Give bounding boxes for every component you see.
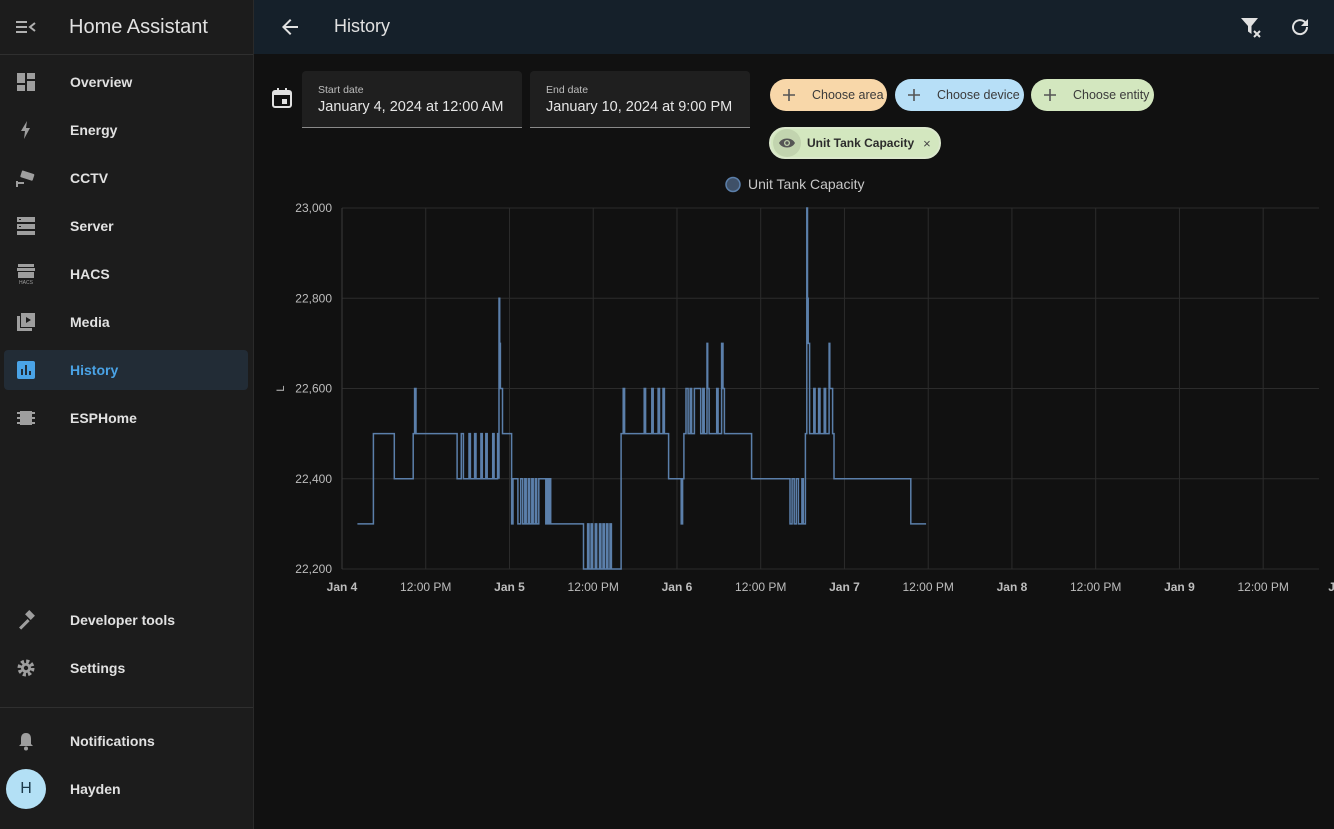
- server-icon: [4, 216, 48, 236]
- sidebar-item-label: CCTV: [70, 170, 109, 186]
- sidebar-item-hacs[interactable]: HACS HACS: [4, 254, 248, 294]
- back-arrow-icon[interactable]: [278, 15, 302, 39]
- sidebar-item-history[interactable]: History: [4, 350, 248, 390]
- sidebar-item-overview[interactable]: Overview: [4, 62, 248, 102]
- history-icon: [4, 360, 48, 380]
- selected-entity-chip[interactable]: Unit Tank Capacity ×: [769, 127, 941, 159]
- y-tick-label: 23,000: [295, 201, 332, 215]
- x-tick-label: 12:00 PM: [735, 580, 786, 594]
- choose-area-chip[interactable]: Choose area: [770, 79, 887, 111]
- sidebar-item-label: HACS: [70, 266, 110, 282]
- sidebar-item-notifications[interactable]: Notifications: [4, 721, 248, 761]
- overview-icon: [4, 72, 48, 92]
- sidebar-item-label: ESPHome: [70, 410, 137, 426]
- choose-device-chip[interactable]: Choose device: [895, 79, 1024, 111]
- history-chart: Unit Tank Capacity 22,200 22,400 22,600 22,8…: [275, 176, 1334, 594]
- calendar-icon[interactable]: [271, 87, 293, 109]
- sidebar-header: Home Assistant: [0, 0, 253, 55]
- sidebar-item-label: Settings: [70, 660, 126, 676]
- sidebar-item-label: Developer tools: [70, 612, 176, 628]
- lightning-icon: [4, 120, 48, 140]
- plus-icon: [1039, 88, 1061, 102]
- plus-icon: [778, 88, 800, 102]
- choose-device-label: Choose device: [937, 88, 1020, 102]
- y-tick-label: 22,600: [295, 382, 332, 396]
- menu-toggle-button[interactable]: [0, 0, 52, 54]
- legend-swatch: [725, 176, 741, 193]
- bell-icon: [4, 731, 48, 751]
- x-tick-label: Jan 4: [327, 580, 358, 594]
- cctv-icon: [4, 168, 48, 188]
- filter-remove-icon[interactable]: [1239, 15, 1265, 41]
- x-tick-label: Jan 10: [1328, 580, 1334, 594]
- selected-entity-label: Unit Tank Capacity: [807, 136, 915, 150]
- start-date-label: Start date: [318, 84, 364, 96]
- sidebar-item-label: Energy: [70, 122, 118, 138]
- eye-icon: [773, 129, 801, 157]
- sidebar-user[interactable]: H Hayden: [4, 769, 248, 809]
- user-name: Hayden: [70, 781, 121, 797]
- x-tick-label: 12:00 PM: [400, 580, 451, 594]
- hammer-icon: [4, 610, 48, 630]
- x-tick-label: Jan 7: [829, 580, 860, 594]
- menu-collapse-icon: [16, 21, 36, 33]
- gear-icon: [4, 658, 48, 678]
- start-date-field[interactable]: Start date January 4, 2024 at 12:00 AM: [302, 71, 522, 128]
- sidebar-item-label: Media: [70, 314, 110, 330]
- refresh-icon[interactable]: [1288, 15, 1312, 39]
- x-tick-label: 12:00 PM: [1237, 580, 1288, 594]
- sidebar: Home Assistant Overview Energy CCTV Serv…: [0, 0, 254, 829]
- x-tick-label: 12:00 PM: [1070, 580, 1121, 594]
- x-tick-label: Jan 6: [662, 580, 693, 594]
- x-tick-label: 12:00 PM: [903, 580, 954, 594]
- sidebar-item-label: History: [70, 362, 119, 378]
- svg-text:HACS: HACS: [19, 280, 34, 285]
- x-tick-label: Jan 8: [997, 580, 1028, 594]
- sidebar-item-media[interactable]: Media: [4, 302, 248, 342]
- app-title: Home Assistant: [69, 15, 208, 38]
- y-axis-label: L: [275, 385, 287, 391]
- page-title: History: [334, 16, 391, 36]
- sidebar-item-label: Notifications: [70, 733, 155, 749]
- plus-icon: [903, 88, 925, 102]
- sidebar-item-label: Server: [70, 218, 114, 234]
- sidebar-item-label: Overview: [70, 74, 133, 90]
- y-tick-label: 22,800: [295, 291, 332, 305]
- end-date-field[interactable]: End date January 10, 2024 at 9:00 PM: [530, 71, 750, 128]
- sidebar-item-settings[interactable]: Settings: [4, 648, 248, 688]
- end-date-value: January 10, 2024 at 9:00 PM: [546, 99, 733, 115]
- legend-label: Unit Tank Capacity: [748, 176, 864, 192]
- sidebar-item-esphome[interactable]: ESPHome: [4, 398, 248, 438]
- avatar: H: [6, 769, 46, 809]
- start-date-value: January 4, 2024 at 12:00 AM: [318, 99, 504, 115]
- sidebar-divider: [0, 707, 253, 708]
- x-tick-label: Jan 5: [494, 580, 525, 594]
- y-tick-label: 22,400: [295, 472, 332, 486]
- sidebar-item-developer-tools[interactable]: Developer tools: [4, 600, 248, 640]
- choose-area-label: Choose area: [812, 88, 884, 102]
- choose-entity-chip[interactable]: Choose entity: [1031, 79, 1154, 111]
- media-icon: [4, 312, 48, 332]
- x-tick-label: Jan 9: [1164, 580, 1195, 594]
- sidebar-item-energy[interactable]: Energy: [4, 110, 248, 150]
- chip-icon: [4, 408, 48, 428]
- y-tick-label: 22,200: [295, 562, 332, 576]
- sidebar-item-server[interactable]: Server: [4, 206, 248, 246]
- sidebar-item-cctv[interactable]: CCTV: [4, 158, 248, 198]
- choose-entity-label: Choose entity: [1073, 88, 1150, 102]
- hacs-icon: HACS: [4, 263, 48, 285]
- remove-entity-icon[interactable]: ×: [923, 136, 931, 151]
- top-bar: History: [254, 0, 1334, 54]
- end-date-label: End date: [546, 84, 589, 96]
- avatar-wrap: H: [4, 769, 48, 809]
- x-tick-label: 12:00 PM: [568, 580, 619, 594]
